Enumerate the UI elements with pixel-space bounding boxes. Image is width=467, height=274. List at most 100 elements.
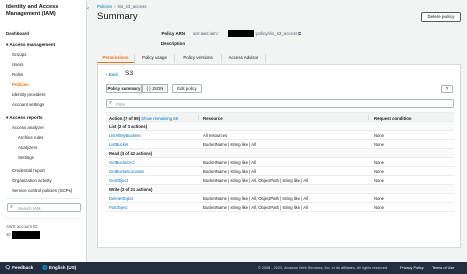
account-id-value: 40 <box>6 231 40 239</box>
language-label: English (US) <box>49 265 77 270</box>
sidebar-collapse-icon[interactable]: ‹ <box>87 6 89 12</box>
action-link[interactable]: DeleteObject <box>109 196 133 201</box>
sidebar-item-access-analyzer[interactable]: Access analyzer <box>12 125 44 130</box>
policy-arn-label: Policy ARN <box>161 31 185 36</box>
sidebar-item-identity-providers[interactable]: Identity providers <box>12 92 45 97</box>
sidebar-item-settings[interactable]: Settings <box>18 155 34 160</box>
sidebar-section-access-reports[interactable]: ▾ Access reports <box>6 115 43 121</box>
table-group-row: Write (2 of 21 actions) <box>106 185 454 194</box>
table-row: PutObject BucketName | string like | All… <box>106 203 454 212</box>
tab-policy-usage[interactable]: Policy usage <box>135 54 175 63</box>
sidebar-item-roles[interactable]: Roles <box>12 72 23 77</box>
policy-arn-redaction <box>228 30 254 37</box>
terms-of-use-link[interactable]: Terms of Use <box>432 266 454 270</box>
globe-icon: 🌐 <box>42 265 49 270</box>
sidebar: Identity and Access Management (IAM) Das… <box>0 0 87 262</box>
condition-cell: None <box>374 160 385 166</box>
group-label-list: List (2 of 3 actions) <box>109 124 148 130</box>
sidebar-item-archive-rules[interactable]: Archive rules <box>18 135 43 140</box>
console-footer: 🗨 Feedback 🌐 English (US) © 2008 - 2020,… <box>0 262 467 274</box>
table-row: ListAllMyBuckets All resources None <box>106 131 454 140</box>
sidebar-item-scps[interactable]: Service control policies (SCPs) <box>12 188 72 193</box>
sidebar-item-analyzers[interactable]: Analyzers <box>18 145 37 150</box>
column-divider <box>368 115 369 120</box>
policy-arn-prefix: arn:aws:iam:: <box>193 31 220 36</box>
group-label-read: Read (3 of 42 actions) <box>109 151 153 157</box>
sidebar-search-input[interactable]: ⌕ Search IAM <box>7 203 81 212</box>
feedback-button[interactable]: 🗨 Feedback <box>5 265 33 271</box>
search-icon: ⌕ <box>109 100 112 106</box>
permissions-panel: ‹ Back S3 Policy summary { } JSON Edit p… <box>97 64 461 248</box>
policy-arn-suffix: :policy/iris_s3_access <box>255 31 298 36</box>
resource-cell: BucketName | string like | All <box>203 160 256 166</box>
edit-policy-button[interactable]: Edit policy <box>172 84 202 93</box>
sidebar-item-credential-report[interactable]: Credential report <box>12 168 45 173</box>
action-link[interactable]: PutObject <box>109 205 127 210</box>
sidebar-divider <box>6 198 80 199</box>
condition-cell: None <box>374 205 385 211</box>
description-label: Description <box>160 41 185 46</box>
table-row: DeleteObject BucketName | string like | … <box>106 194 454 203</box>
sidebar-item-dashboard[interactable]: Dashboard <box>6 31 29 36</box>
table-row: GetBucketAcl BucketName | string like | … <box>106 158 454 167</box>
sidebar-section-access-management[interactable]: ▾ Access management <box>6 42 55 48</box>
tab-policy-versions[interactable]: Policy versions <box>175 54 222 63</box>
action-link[interactable]: GetObject <box>109 178 128 183</box>
sidebar-item-policies[interactable]: Policies <box>12 82 29 87</box>
delete-policy-button[interactable]: Delete policy <box>421 12 461 22</box>
breadcrumb: Policies › iris_s3_access <box>97 4 146 9</box>
tab-access-advisor[interactable]: Access Advisor <box>222 54 266 63</box>
resource-cell: BucketName | string like | All <box>203 142 256 148</box>
policy-summary-button[interactable]: Policy summary <box>106 84 142 93</box>
tab-permissions[interactable]: Permissions <box>97 54 135 63</box>
sidebar-item-users[interactable]: Users <box>12 62 23 67</box>
sidebar-search-placeholder: Search IAM <box>18 205 41 211</box>
resource-cell: BucketName | string like | All, ObjectPa… <box>203 205 308 211</box>
back-link[interactable]: ‹ Back <box>106 72 118 77</box>
sidebar-divider <box>6 218 80 219</box>
feedback-label: Feedback <box>12 265 34 270</box>
account-id-label: AWS account ID: <box>6 224 39 229</box>
table-row: ListBucket BucketName | string like | Al… <box>106 140 454 149</box>
action-link[interactable]: ListAllMyBuckets <box>109 133 141 138</box>
privacy-policy-link[interactable]: Privacy Policy <box>400 266 424 270</box>
table-header: Action (7 of 55) Show remaining 65 Resou… <box>106 112 454 122</box>
language-selector[interactable]: 🌐 English (US) <box>42 265 76 271</box>
condition-cell: None <box>374 196 385 202</box>
resource-cell: All resources <box>203 133 228 139</box>
service-name: S3 <box>125 70 133 77</box>
sidebar-item-account-settings[interactable]: Account settings <box>12 102 44 107</box>
column-resource: Resource <box>203 115 223 121</box>
action-link[interactable]: ListBucket <box>109 142 128 147</box>
resource-cell: BucketName | string like | All, ObjectPa… <box>203 178 308 184</box>
group-label-write: Write (2 of 21 actions) <box>109 187 153 193</box>
resource-cell: BucketName | string like | All, ObjectPa… <box>203 196 308 202</box>
sidebar-item-groups[interactable]: Groups <box>12 52 26 57</box>
help-icon[interactable]: ? <box>441 85 453 93</box>
action-link[interactable]: GetBucketLocation <box>109 169 144 174</box>
column-action: Action (7 of 55) Show remaining 65 <box>109 116 178 121</box>
sidebar-title: Identity and Access Management (IAM) <box>6 4 59 17</box>
resource-cell: BucketName | string like | All <box>203 169 256 175</box>
copy-icon[interactable]: ⧉ <box>298 31 301 36</box>
action-link[interactable]: GetBucketAcl <box>109 160 134 165</box>
filter-input[interactable]: ⌕ Filter <box>106 99 454 108</box>
condition-cell: None <box>374 133 385 139</box>
copyright-text: © 2008 - 2020, Amazon Web Services, Inc.… <box>258 265 389 270</box>
show-remaining-link[interactable]: Show remaining 65 <box>141 116 178 121</box>
table-group-row: Read (3 of 42 actions) <box>106 149 454 158</box>
breadcrumb-current: iris_s3_access <box>117 4 147 9</box>
condition-cell: None <box>374 178 385 184</box>
search-icon: ⌕ <box>10 204 14 210</box>
account-id-prefix: 40 <box>6 232 11 237</box>
column-request-condition: Request condition <box>374 115 412 121</box>
account-id-redaction <box>12 231 40 239</box>
table-row: GetBucketLocation BucketName | string li… <box>106 167 454 176</box>
column-divider <box>198 115 199 120</box>
filter-placeholder: Filter <box>116 101 126 107</box>
breadcrumb-policies[interactable]: Policies <box>97 4 112 9</box>
json-button[interactable]: { } JSON <box>142 84 168 93</box>
sidebar-item-organization-activity[interactable]: Organization activity <box>12 178 52 183</box>
table-group-row: List (2 of 3 actions) <box>106 122 454 131</box>
column-action-label: Action (7 of 55) <box>109 115 141 121</box>
